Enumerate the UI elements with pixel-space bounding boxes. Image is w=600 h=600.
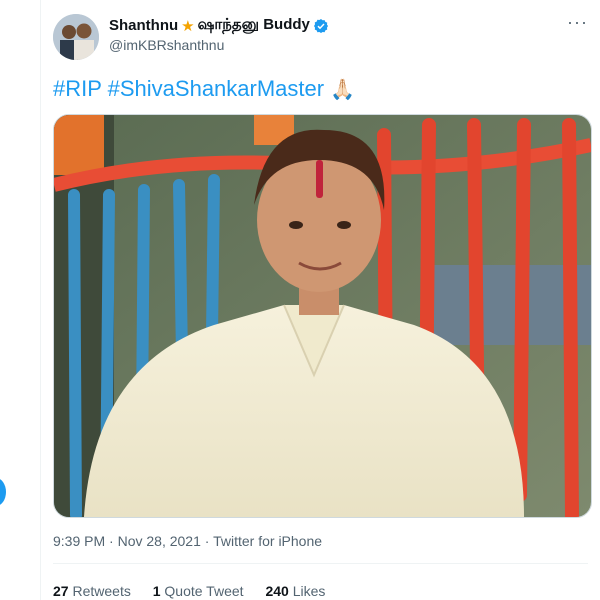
avatar[interactable]: [53, 14, 99, 60]
more-options-icon[interactable]: ···: [567, 12, 588, 33]
likes-label: Likes: [292, 583, 326, 599]
retweets-stat[interactable]: 27 Retweets: [53, 583, 135, 599]
meta-separator: ·: [109, 533, 114, 549]
tweet-date[interactable]: Nov 28, 2021: [118, 533, 201, 549]
tweet-photo[interactable]: [53, 114, 592, 518]
star-icon: ★: [181, 17, 195, 35]
tweet-card: Shanthnu ★ ஷாந்தனு Buddy @imKBRshanthnu …: [41, 0, 600, 600]
photo-illustration: [54, 115, 591, 517]
tweet-meta: 9:39 PM · Nov 28, 2021 · Twitter for iPh…: [53, 533, 322, 549]
retweets-label: Retweets: [72, 583, 131, 599]
hashtag-shivashankarmaster[interactable]: #ShivaShankarMaster: [108, 76, 324, 101]
retweets-count: 27: [53, 583, 69, 599]
tweet-stats: 27 Retweets 1 Quote Tweet 240 Likes: [53, 583, 343, 599]
quotes-count: 1: [152, 583, 161, 599]
quote-tweets-stat[interactable]: 1 Quote Tweet: [153, 583, 248, 599]
author-name[interactable]: Shanthnu ★ ஷாந்தனு Buddy: [109, 16, 329, 35]
hashtag-rip[interactable]: #RIP: [53, 76, 102, 101]
timeline-left-border: [0, 0, 41, 600]
author-name-suffix: ஷாந்தனு Buddy: [197, 16, 310, 33]
tweet-text: #RIP #ShivaShankarMaster 🙏🏻: [53, 76, 355, 102]
folded-hands-emoji: 🙏🏻: [330, 79, 356, 101]
quotes-label: Quote Tweet: [164, 583, 244, 599]
tweet-source[interactable]: Twitter for iPhone: [213, 533, 322, 549]
author-handle[interactable]: @imKBRshanthnu: [109, 37, 224, 53]
verified-badge-icon: [313, 18, 328, 33]
divider: [53, 563, 588, 564]
likes-count: 240: [265, 583, 289, 599]
likes-stat[interactable]: 240 Likes: [265, 583, 325, 599]
meta-separator: ·: [204, 533, 210, 549]
author-display-name: Shanthnu: [109, 17, 179, 34]
tweet-time[interactable]: 9:39 PM: [53, 533, 105, 549]
